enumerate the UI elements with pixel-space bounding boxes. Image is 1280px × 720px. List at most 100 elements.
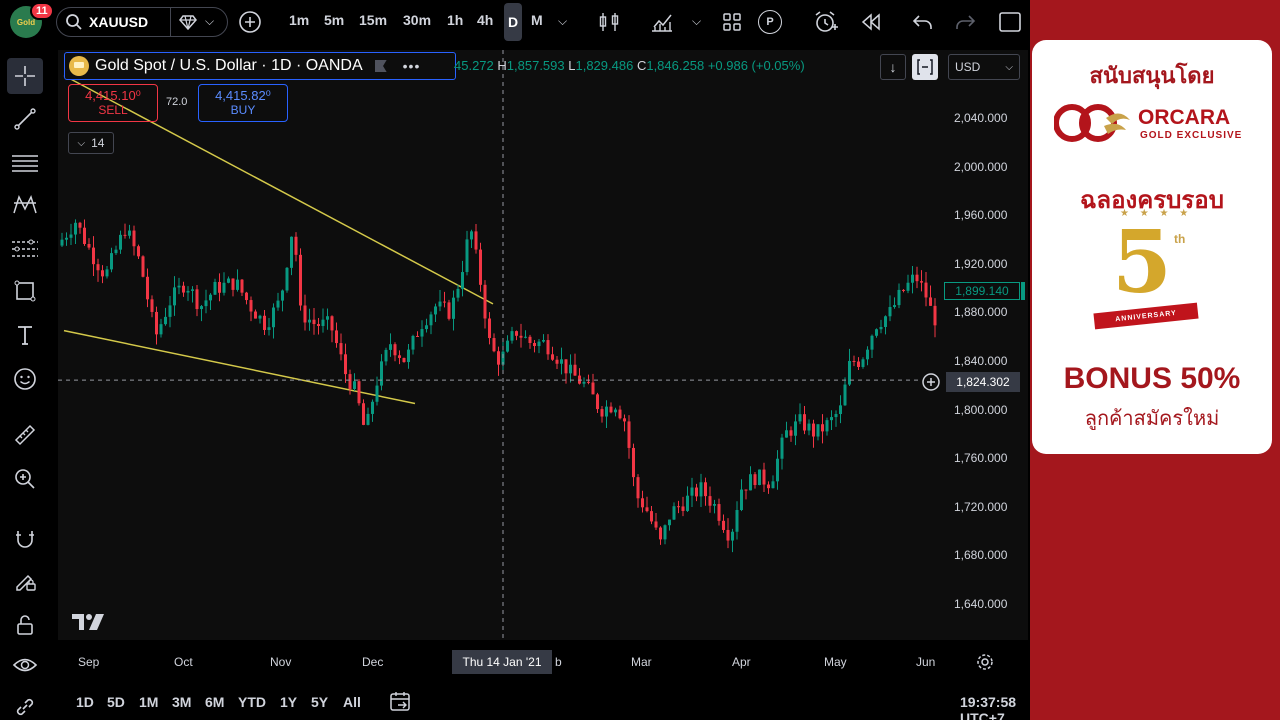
chevron-down-icon[interactable]: ⌵ xyxy=(205,14,214,29)
candle-body xyxy=(303,305,307,323)
pattern-icon[interactable] xyxy=(10,190,40,220)
candle-body xyxy=(681,506,685,511)
range-all[interactable]: All xyxy=(343,694,361,710)
settings-icon[interactable] xyxy=(975,652,995,672)
more-icon[interactable]: ••• xyxy=(403,58,421,74)
indicators-icon[interactable] xyxy=(650,11,674,33)
fib-lines-icon[interactable] xyxy=(10,148,40,178)
forecast-icon[interactable] xyxy=(10,234,40,264)
chart-pane[interactable] xyxy=(58,50,1028,640)
price-chart[interactable] xyxy=(58,50,1028,640)
flag-icon[interactable] xyxy=(374,60,387,72)
candle-body xyxy=(861,359,865,367)
add-alert-icon[interactable] xyxy=(921,372,941,392)
range-3m[interactable]: 3M xyxy=(172,694,191,710)
crosshair-icon[interactable] xyxy=(7,58,43,94)
range-ytd[interactable]: YTD xyxy=(238,694,266,710)
zoom-in-icon[interactable] xyxy=(10,464,40,494)
candle-body xyxy=(357,381,361,404)
candle-body xyxy=(659,527,662,540)
redo-icon[interactable] xyxy=(954,12,976,32)
date-range-icon[interactable] xyxy=(388,690,412,712)
interval-1m[interactable]: 1m xyxy=(289,12,309,28)
candle-body xyxy=(888,307,892,317)
text-icon[interactable] xyxy=(10,320,40,350)
interval-30m[interactable]: 30m xyxy=(403,12,431,28)
candle-body xyxy=(317,324,320,326)
range-1y[interactable]: 1Y xyxy=(280,694,297,710)
buy-button[interactable]: 4,415.82⁰ BUY xyxy=(198,84,288,122)
shapes-icon[interactable] xyxy=(10,276,40,306)
range-6m[interactable]: 6M xyxy=(205,694,224,710)
undo-icon[interactable] xyxy=(912,12,934,32)
candle-body xyxy=(510,331,514,341)
sell-button[interactable]: 4,415.10⁰ SELL xyxy=(68,84,158,122)
alert-clock-icon[interactable] xyxy=(813,10,839,34)
chevron-down-icon[interactable]: ⌵ xyxy=(558,14,567,29)
chevron-down-icon[interactable]: ⌵ xyxy=(692,14,701,29)
trendline[interactable] xyxy=(63,329,416,405)
lock-icon[interactable] xyxy=(10,610,40,640)
candle-body xyxy=(452,297,455,319)
interval-15m[interactable]: 15m xyxy=(359,12,387,28)
diamond-icon[interactable] xyxy=(179,14,197,30)
replay-icon[interactable] xyxy=(860,12,882,32)
price-tick-label: 1,680.000 xyxy=(954,548,1008,563)
trendline-icon[interactable] xyxy=(10,104,40,134)
candle-body xyxy=(465,239,469,273)
link-icon[interactable] xyxy=(10,692,40,720)
candle-body xyxy=(434,306,437,315)
current-price-marker xyxy=(1021,282,1025,300)
candle-body xyxy=(227,278,230,283)
autoscale-button[interactable] xyxy=(912,54,938,80)
candle-body xyxy=(65,237,68,240)
candle-body xyxy=(281,290,284,301)
magnet-icon[interactable] xyxy=(10,524,40,554)
candle-body xyxy=(551,354,554,360)
fullscreen-icon[interactable] xyxy=(998,11,1022,33)
candle-body xyxy=(425,325,428,330)
price-tick-label: 1,800.000 xyxy=(954,402,1008,417)
range-5y[interactable]: 5Y xyxy=(311,694,328,710)
candle-body xyxy=(492,338,496,352)
price-tick-label: 1,960.000 xyxy=(954,208,1008,223)
clock[interactable]: 19:37:58 UTC+7 xyxy=(960,694,1028,720)
candles-icon[interactable] xyxy=(598,11,620,33)
currency-select[interactable]: USD ⌵ xyxy=(948,54,1020,80)
ruler-icon[interactable] xyxy=(10,420,40,450)
sell-label: SELL xyxy=(98,103,128,117)
sponsor-card[interactable]: สนับสนุนโดย ORCARA GOLD EXCLUSIVE ฉลองคร… xyxy=(1032,40,1272,454)
interval-1h[interactable]: 1h xyxy=(447,12,463,28)
candle-body xyxy=(150,299,154,312)
candle-body xyxy=(785,430,788,438)
candle-body xyxy=(839,405,842,415)
eye-icon[interactable] xyxy=(10,650,40,680)
h-value: 1,857.593 xyxy=(506,58,565,73)
candle-body xyxy=(141,256,145,277)
emoji-icon[interactable] xyxy=(10,364,40,394)
range-1m[interactable]: 1M xyxy=(139,694,158,710)
layout-grid-icon[interactable] xyxy=(722,12,742,32)
scroll-down-button[interactable]: ↓ xyxy=(880,54,906,80)
add-symbol-icon[interactable] xyxy=(238,10,262,34)
time-tick-label: Mar xyxy=(631,655,652,669)
range-1d[interactable]: 1D xyxy=(76,694,94,710)
time-tick-label: Apr xyxy=(732,655,751,669)
indicators-collapse-button[interactable]: ⌵ 14 xyxy=(68,132,114,154)
interval-m[interactable]: M xyxy=(531,12,543,28)
candle-body xyxy=(447,302,451,319)
pine-icon[interactable]: P xyxy=(758,10,782,34)
interval-d[interactable]: D xyxy=(504,3,523,41)
lock-drawing-icon[interactable] xyxy=(10,566,40,596)
symbol-search[interactable]: XAUUSD ⌵ xyxy=(56,7,228,37)
range-5d[interactable]: 5D xyxy=(107,694,125,710)
interval-4h[interactable]: 4h xyxy=(477,12,493,28)
interval-5m[interactable]: 5m xyxy=(324,12,344,28)
candle-body xyxy=(182,285,185,293)
candle-body xyxy=(245,292,248,301)
candle-body xyxy=(339,343,343,355)
symbol-legend[interactable]: Gold Spot / U.S. Dollar · 1D · OANDA ••• xyxy=(64,52,456,80)
candle-body xyxy=(933,305,937,326)
arrow-down-icon: ↓ xyxy=(889,59,897,75)
brand-name: ORCARA xyxy=(1138,106,1231,129)
